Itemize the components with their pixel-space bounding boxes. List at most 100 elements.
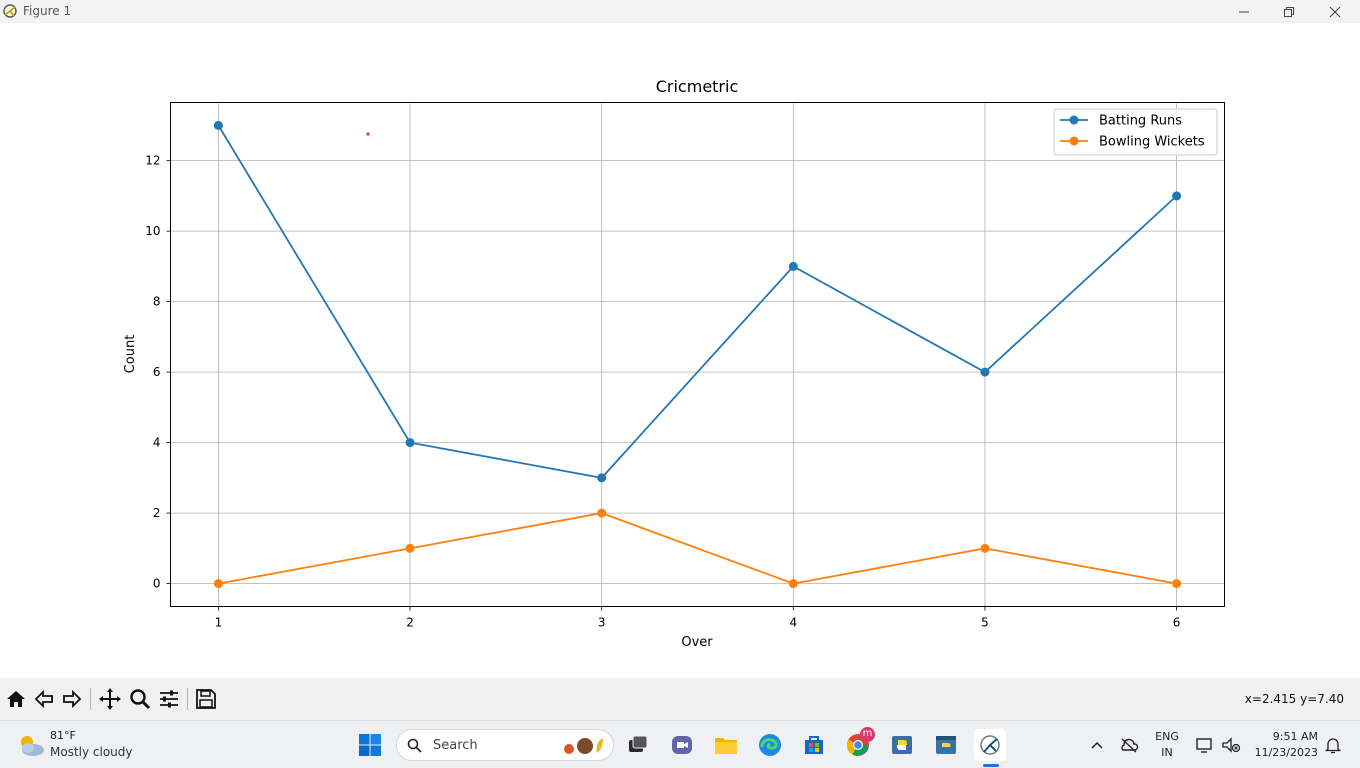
clock-time[interactable]: 9:51 AM: [1252, 730, 1318, 743]
batting-runs-point: [788, 261, 798, 271]
bowling-wickets-point: [213, 579, 223, 589]
pan-button[interactable]: [97, 686, 123, 712]
close-button[interactable]: [1313, 0, 1357, 23]
window-titlebar: Figure 1: [0, 0, 1360, 23]
matplotlib-figure-icon: [980, 735, 1000, 755]
chrome-browser-button[interactable]: m: [842, 727, 875, 761]
restore-icon: [1284, 6, 1294, 17]
chart-series: [213, 120, 1182, 589]
cloudy-weather-icon: [21, 736, 44, 756]
minimize-icon: [1239, 11, 1249, 12]
back-button[interactable]: [31, 686, 57, 712]
weather-description: Mostly cloudy: [50, 745, 133, 759]
notification-badge: m: [860, 727, 875, 742]
show-hidden-icons-button[interactable]: [1082, 729, 1112, 761]
region-indicator: IN: [1161, 746, 1173, 759]
chart-legend: Batting Runs Bowling Wickets: [1053, 108, 1218, 156]
start-button[interactable]: [354, 729, 386, 761]
active-app-indicator: [983, 764, 999, 767]
y-tick-label: 12: [145, 154, 160, 168]
forward-button[interactable]: [59, 686, 85, 712]
task-view-button[interactable]: [622, 729, 654, 761]
axes-frame: [170, 102, 1225, 607]
volume-button[interactable]: [1216, 729, 1246, 761]
matplotlib-app-icon: [3, 4, 17, 18]
save-button[interactable]: [193, 686, 219, 712]
chart-title: Cricmetric: [656, 77, 739, 96]
line-chart: 1 2 3 4 5 6024681012 Cricmetric Over Count Ba…: [123, 77, 1225, 650]
file-explorer-icon: [715, 738, 737, 754]
microsoft-store-icon: [805, 736, 823, 754]
cursor-coordinates: x=2.415 y=7.40: [1244, 692, 1344, 706]
restore-button[interactable]: [1267, 0, 1311, 23]
weather-widget[interactable]: [16, 731, 46, 759]
batting-runs-legend-marker: [1069, 115, 1079, 125]
python-window-button[interactable]: [930, 729, 962, 761]
edge-browser-icon: [759, 734, 781, 756]
batting-runs-point: [405, 438, 415, 448]
bowling-wickets-point: [1172, 579, 1182, 589]
weather-temperature: 81°F: [50, 729, 76, 742]
legend-label: Batting Runs: [1099, 114, 1182, 129]
windows-start-icon: [359, 734, 381, 756]
bowling-wickets-point: [788, 579, 798, 589]
close-icon: [1329, 6, 1341, 17]
volume-muted-icon: [1222, 737, 1241, 753]
forward-icon: [63, 689, 82, 709]
network-icon: [1196, 738, 1212, 753]
bowling-wickets-point: [597, 508, 607, 518]
window-title: Figure 1: [23, 4, 72, 18]
notification-bell-icon: [1324, 738, 1342, 754]
home-button[interactable]: [3, 686, 29, 712]
task-view-icon: [629, 735, 648, 752]
python-idle-icon: [892, 736, 912, 754]
taskbar-search-box[interactable]: Search: [396, 729, 614, 761]
batting-runs-point: [213, 120, 223, 130]
toolbar-separator: [90, 688, 91, 710]
y-tick-label: 8: [153, 295, 161, 309]
matplotlib-figure-button[interactable]: [974, 729, 1006, 761]
x-tick-label: 2: [406, 616, 414, 630]
y-tick-label: 4: [153, 436, 161, 450]
microsoft-store-button[interactable]: [798, 729, 830, 761]
zoom-icon: [130, 689, 151, 710]
toolbar-separator: [187, 688, 188, 710]
x-tick-label: 5: [981, 616, 989, 630]
configure-subplots-button[interactable]: [156, 686, 182, 712]
teams-chat-icon: [672, 736, 692, 754]
language-indicator[interactable]: ENG: [1150, 730, 1184, 743]
bowling-wickets-line: [218, 512, 1177, 585]
file-explorer-button[interactable]: [710, 729, 742, 761]
zoom-button[interactable]: [127, 686, 153, 712]
y-tick-label: 6: [153, 365, 161, 379]
y-tick-label: 0: [153, 577, 161, 591]
pan-icon: [99, 688, 121, 710]
grid-lines: [170, 102, 1225, 607]
bowling-wickets-point: [405, 543, 415, 553]
python-window-icon: [936, 736, 956, 754]
y-tick-label: 2: [153, 506, 161, 520]
search-icon: [407, 738, 422, 753]
navigation-toolbar: x=2.415 y=7.40: [0, 678, 1360, 720]
batting-runs-point: [597, 473, 607, 483]
onedrive-offline-icon: [1121, 738, 1139, 753]
minimize-button[interactable]: [1222, 0, 1266, 23]
search-placeholder: Search: [433, 738, 478, 753]
bowling-wickets-point: [980, 543, 990, 553]
x-tick-label: 6: [1173, 616, 1181, 630]
python-idle-button[interactable]: [886, 729, 918, 761]
x-tick-label: 3: [598, 616, 606, 630]
clock-date: 11/23/2023: [1254, 746, 1318, 759]
onedrive-button[interactable]: [1114, 729, 1144, 761]
y-tick-label: 10: [145, 224, 160, 238]
chevron-up-icon: [1091, 741, 1103, 749]
notifications-button[interactable]: [1320, 729, 1346, 761]
x-tick-label: 4: [789, 616, 797, 630]
edge-browser-button[interactable]: [754, 729, 786, 761]
figure-canvas[interactable]: 1 2 3 4 5 6 0 2 4 6 8 10 12 Cricmetric Over Count Ba…: [0, 23, 1360, 678]
batting-runs-point: [1172, 191, 1182, 201]
batting-runs-point: [980, 367, 990, 377]
y-axis-label: Count: [123, 335, 138, 374]
save-icon: [196, 689, 216, 709]
teams-chat-button[interactable]: [666, 729, 698, 761]
